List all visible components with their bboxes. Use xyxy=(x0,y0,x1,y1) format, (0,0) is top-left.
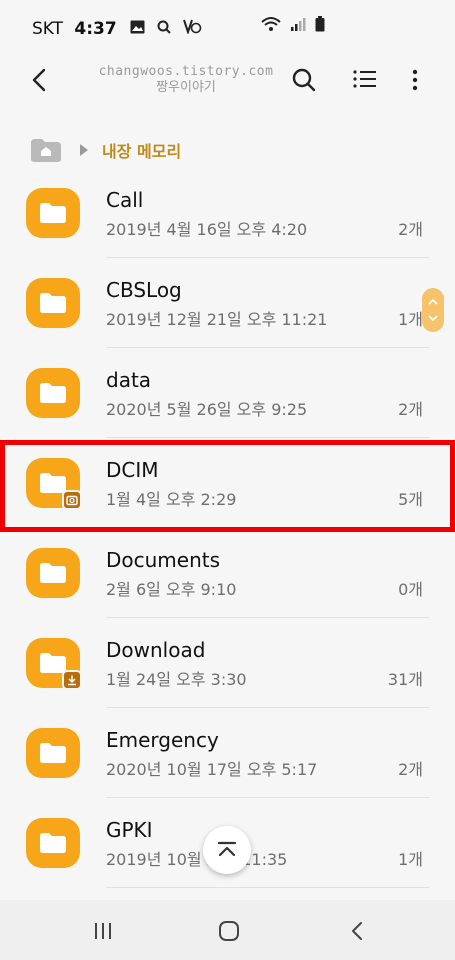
watermark: changwoos.tistory.com 짱우이야기 xyxy=(86,64,286,96)
toolbar: changwoos.tistory.com 짱우이야기 xyxy=(0,52,455,112)
folder-icon xyxy=(26,638,82,690)
folder-icon xyxy=(26,278,80,328)
clock: 4:37 xyxy=(74,18,117,39)
folder-name: Emergency xyxy=(106,728,219,752)
folder-count: 2개 xyxy=(398,220,423,239)
more-vertical-icon xyxy=(412,69,418,91)
list-icon xyxy=(353,70,376,88)
breadcrumb-internal-storage[interactable]: 내장 메모리 xyxy=(102,138,181,162)
watermark-url: changwoos.tistory.com xyxy=(98,64,274,79)
folder-date: 2019년 10월 오후 11:35 xyxy=(106,850,288,869)
status-indicators xyxy=(256,16,325,36)
fast-scroll-handle[interactable] xyxy=(422,288,444,332)
watermark-title: 짱우이야기 xyxy=(156,80,216,95)
more-options-button[interactable] xyxy=(395,60,435,100)
v3-icon xyxy=(182,18,202,38)
folder-date: 1월 4일 오후 2:29 xyxy=(106,490,237,509)
folder-name: GPKI xyxy=(106,818,153,842)
folder-item-data[interactable]: data 2020년 5월 26일 오후 9:25 2개 xyxy=(0,348,455,438)
folder-name: Documents xyxy=(106,548,221,572)
navigation-bar xyxy=(0,900,455,960)
notification-icons xyxy=(130,18,208,39)
search-notification-icon xyxy=(157,20,171,38)
folder-name: DCIM xyxy=(106,458,159,482)
signal-icon xyxy=(290,16,306,36)
scroll-arrows-icon xyxy=(428,298,438,322)
folder-name: Download xyxy=(106,638,206,662)
folder-icon xyxy=(26,368,80,418)
folder-icon xyxy=(26,728,80,778)
scroll-to-top-button[interactable] xyxy=(203,826,251,874)
folder-name: data xyxy=(106,368,152,392)
carrier-label: SKT xyxy=(32,18,64,39)
folder-date: 1월 24일 오후 3:30 xyxy=(106,670,247,689)
nav-back-button[interactable] xyxy=(342,916,372,946)
folder-name: Call xyxy=(106,188,144,212)
folder-name: CBSLog xyxy=(106,278,182,302)
folder-icon xyxy=(26,188,80,238)
gallery-icon xyxy=(130,20,145,38)
battery-icon xyxy=(315,16,325,36)
camera-badge-icon xyxy=(62,490,82,510)
folder-item-dcim[interactable]: DCIM 1월 4일 오후 2:29 5개 xyxy=(0,438,455,528)
folder-count: 2개 xyxy=(398,400,423,419)
folder-item-cbslog[interactable]: CBSLog 2019년 12월 21일 오후 11:21 1개 xyxy=(0,258,455,348)
back-button[interactable] xyxy=(22,62,58,98)
folder-item-download[interactable]: Download 1월 24일 오후 3:30 31개 xyxy=(0,618,455,708)
divider xyxy=(106,887,429,888)
folder-count: 2개 xyxy=(398,760,423,779)
download-badge-icon xyxy=(62,670,82,690)
recents-button[interactable] xyxy=(88,916,118,946)
home-folder-icon[interactable] xyxy=(30,137,62,163)
folder-date: 2019년 4월 16일 오후 4:20 xyxy=(106,220,308,239)
recents-icon xyxy=(95,923,111,939)
wifi-icon xyxy=(260,16,282,36)
search-button[interactable] xyxy=(284,60,324,100)
folder-item-call[interactable]: Call 2019년 4월 16일 오후 4:20 2개 xyxy=(0,168,455,258)
breadcrumb: 내장 메모리 xyxy=(30,136,181,164)
folder-icon xyxy=(26,818,80,868)
folder-count: 1개 xyxy=(398,850,423,869)
folder-date: 2020년 5월 26일 오후 9:25 xyxy=(106,400,308,419)
back-nav-icon xyxy=(352,922,362,940)
folder-icon xyxy=(26,458,82,510)
folder-count: 0개 xyxy=(398,580,423,599)
search-icon xyxy=(292,68,316,92)
folder-icon xyxy=(26,548,80,598)
folder-count: 1개 xyxy=(398,310,423,329)
home-button[interactable] xyxy=(214,916,244,946)
folder-item-documents[interactable]: Documents 2월 6일 오후 9:10 0개 xyxy=(0,528,455,618)
status-bar: SKT 4:37 xyxy=(0,0,455,52)
list-view-button[interactable] xyxy=(345,60,385,100)
folder-count: 31개 xyxy=(387,670,423,689)
folder-item-emergency[interactable]: Emergency 2020년 10월 17일 오후 5:17 2개 xyxy=(0,708,455,798)
home-nav-icon xyxy=(219,921,239,941)
chevron-left-icon xyxy=(32,68,46,92)
folder-date: 2월 6일 오후 9:10 xyxy=(106,580,237,599)
folder-date: 2019년 12월 21일 오후 11:21 xyxy=(106,310,328,329)
breadcrumb-arrow-icon xyxy=(80,144,88,156)
folder-count: 5개 xyxy=(398,490,423,509)
folder-date: 2020년 10월 17일 오후 5:17 xyxy=(106,760,318,779)
scroll-top-icon xyxy=(217,841,237,857)
